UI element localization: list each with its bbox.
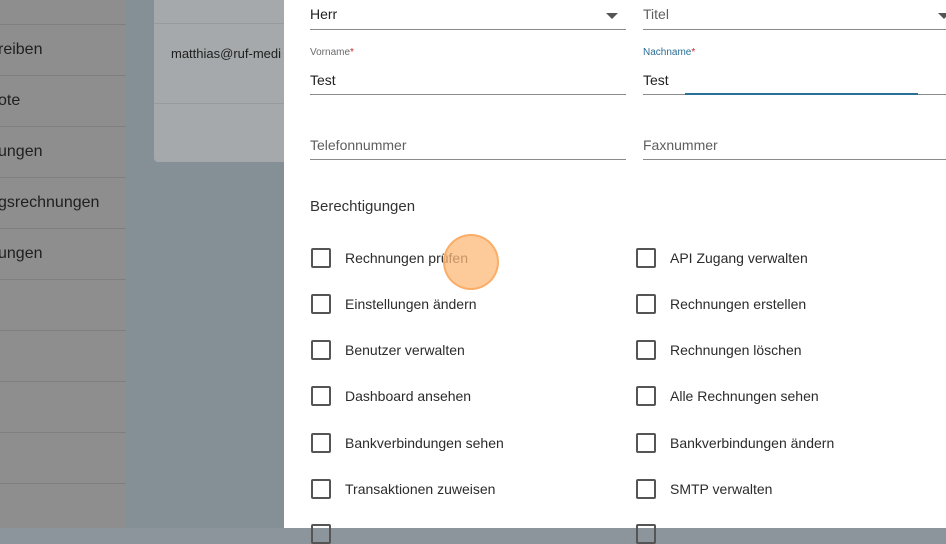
first-name-label: Vorname* <box>310 47 354 58</box>
permission-label: Alle Rechnungen sehen <box>670 388 819 404</box>
permissions-title: Berechtigungen <box>310 198 416 215</box>
last-name-input[interactable]: Test <box>643 72 669 88</box>
sidebar-item[interactable]: gsrechnungen <box>0 178 126 229</box>
permission-label: Rechnungen erstellen <box>670 296 807 312</box>
sidebar-item-label: ungen <box>0 245 43 262</box>
sidebar-item-label: reiben <box>0 41 43 58</box>
field-underline <box>310 94 626 95</box>
checkbox-icon[interactable] <box>311 524 331 544</box>
permission-label: SMTP verwalten <box>670 481 773 497</box>
sidebar-item[interactable]: reiben <box>0 25 126 76</box>
permission-checkbox[interactable]: Bankverbindungen ändern <box>636 433 834 453</box>
table-row <box>154 0 294 24</box>
permission-label: Rechnungen löschen <box>670 342 802 358</box>
permission-label: Transaktionen zuweisen <box>345 481 496 497</box>
permission-checkbox[interactable]: Bankverbindungen sehen <box>311 433 504 453</box>
sidebar-item[interactable] <box>0 0 126 25</box>
permission-label: Bankverbindungen ändern <box>670 435 835 451</box>
permission-label: Einstellungen ändern <box>345 296 477 312</box>
sidebar-item[interactable]: ungen <box>0 127 126 178</box>
permission-checkbox[interactable] <box>636 524 670 544</box>
checkbox-icon[interactable] <box>636 524 656 544</box>
fax-field[interactable]: Faxnummer <box>643 130 946 160</box>
checkbox-icon[interactable] <box>636 479 656 499</box>
click-indicator <box>443 234 499 290</box>
permission-checkbox[interactable] <box>311 524 345 544</box>
table-row[interactable] <box>154 24 294 104</box>
field-underline <box>643 29 946 30</box>
permission-label: Bankverbindungen sehen <box>345 435 504 451</box>
checkbox-icon[interactable] <box>311 479 331 499</box>
sidebar-item[interactable] <box>0 382 126 433</box>
checkbox-icon[interactable] <box>311 248 331 268</box>
sidebar-item-label: ungen <box>0 143 43 160</box>
checkbox-icon[interactable] <box>636 433 656 453</box>
sidebar-item[interactable] <box>0 433 126 484</box>
permission-checkbox[interactable]: Benutzer verwalten <box>311 340 465 360</box>
permission-checkbox[interactable]: Rechnungen löschen <box>636 340 802 360</box>
phone-field[interactable]: Telefonnummer <box>310 130 626 160</box>
permission-label: API Zugang verwalten <box>670 250 808 266</box>
first-name-input[interactable]: Test <box>310 72 336 88</box>
field-underline <box>643 159 946 160</box>
user-email: matthias@ruf-medi <box>171 46 282 61</box>
checkbox-icon[interactable] <box>311 294 331 314</box>
last-name-label: Nachname* <box>643 47 696 58</box>
salutation-value: Herr <box>310 6 338 22</box>
chevron-down-icon <box>938 13 946 19</box>
checkbox-icon[interactable] <box>636 248 656 268</box>
sidebar-item[interactable]: ote <box>0 76 126 127</box>
permission-checkbox[interactable]: Einstellungen ändern <box>311 294 477 314</box>
sidebar: reiben ote ungen gsrechnungen ungen <box>0 0 126 528</box>
checkbox-icon[interactable] <box>636 340 656 360</box>
user-list-card: matthias@ruf-medi <box>154 0 294 162</box>
first-name-field[interactable]: Vorname* Test <box>310 47 626 95</box>
sidebar-item[interactable] <box>0 484 126 535</box>
salutation-select[interactable]: Herr <box>310 0 626 30</box>
sidebar-item[interactable]: ungen <box>0 229 126 280</box>
sidebar-item[interactable] <box>0 280 126 331</box>
phone-placeholder: Telefonnummer <box>310 137 407 153</box>
checkbox-icon[interactable] <box>636 386 656 406</box>
user-edit-dialog: Herr Titel Vorname* Test Nachname* Test … <box>284 0 946 544</box>
field-underline <box>310 29 626 30</box>
permission-checkbox[interactable]: SMTP verwalten <box>636 479 772 499</box>
permission-checkbox[interactable]: Dashboard ansehen <box>311 386 471 406</box>
permission-checkbox[interactable]: API Zugang verwalten <box>636 248 808 268</box>
permission-checkbox[interactable]: Rechnungen erstellen <box>636 294 806 314</box>
permission-label: Dashboard ansehen <box>345 388 472 404</box>
title-placeholder: Titel <box>643 6 669 22</box>
sidebar-item-label: gsrechnungen <box>0 194 100 211</box>
chevron-down-icon <box>606 13 618 19</box>
focus-underline <box>685 93 918 95</box>
field-underline <box>310 159 626 160</box>
title-select[interactable]: Titel <box>643 0 946 30</box>
sidebar-item[interactable] <box>0 331 126 382</box>
permission-checkbox[interactable]: Transaktionen zuweisen <box>311 479 495 499</box>
sidebar-item-label: ote <box>0 92 21 109</box>
checkbox-icon[interactable] <box>636 294 656 314</box>
checkbox-icon[interactable] <box>311 386 331 406</box>
checkbox-icon[interactable] <box>311 433 331 453</box>
permission-label: Benutzer verwalten <box>345 342 465 358</box>
fax-placeholder: Faxnummer <box>643 137 718 153</box>
last-name-field[interactable]: Nachname* Test <box>643 47 946 95</box>
checkbox-icon[interactable] <box>311 340 331 360</box>
permission-checkbox[interactable]: Alle Rechnungen sehen <box>636 386 819 406</box>
